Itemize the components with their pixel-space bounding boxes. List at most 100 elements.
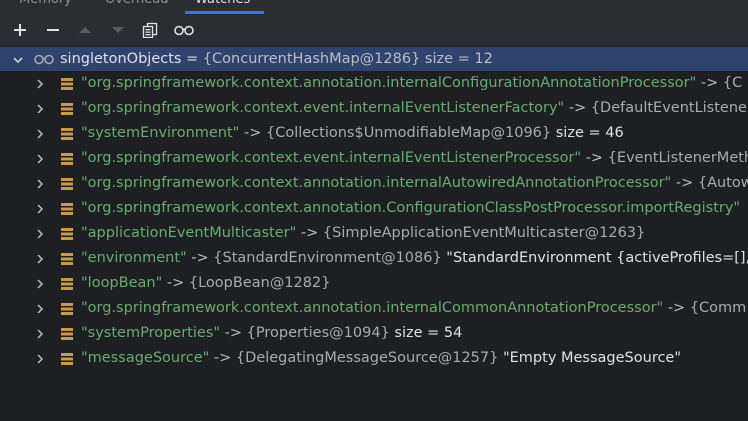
chevron-right-icon[interactable]	[32, 146, 48, 171]
move-up-icon	[79, 27, 91, 33]
duplicate-watch-button[interactable]	[138, 18, 162, 42]
entry-key: "org.springframework.context.annotation.…	[81, 175, 672, 191]
tree-row-entry-7[interactable]: "environment" -> {StandardEnvironment@10…	[0, 246, 748, 271]
entry-label: "org.springframework.context.annotation.…	[81, 71, 742, 96]
entry-key: "environment"	[81, 250, 187, 266]
entry-label: "environment" -> {StandardEnvironment@10…	[81, 246, 748, 271]
move-up-button[interactable]	[73, 18, 97, 42]
watch-glasses-icon	[33, 51, 55, 67]
tree-row-entry-9[interactable]: "org.springframework.context.annotation.…	[0, 296, 748, 321]
entry-arrow: ->	[696, 75, 723, 91]
map-entry-icon	[59, 226, 75, 242]
show-watches-button[interactable]	[171, 18, 197, 42]
watch-tree: singletonObjects = {ConcurrentHashMap@12…	[0, 47, 748, 371]
entry-key: "org.springframework.context.annotation.…	[81, 200, 741, 216]
root-name: singletonObjects	[60, 51, 182, 67]
entry-extra: size = 46	[551, 125, 624, 141]
entry-key: "org.springframework.context.event.inter…	[81, 150, 582, 166]
glasses-icon	[174, 25, 194, 36]
entry-extra: size = 54	[389, 325, 463, 341]
tree-row-root[interactable]: singletonObjects = {ConcurrentHashMap@12…	[0, 47, 748, 71]
chevron-right-icon[interactable]	[32, 321, 48, 346]
tree-row-entry-10[interactable]: "systemProperties" -> {Properties@1094} …	[0, 321, 748, 346]
map-entry-icon	[59, 76, 75, 92]
entry-arrow: ->	[663, 300, 690, 316]
entry-arrow: ->	[209, 350, 236, 366]
entry-type: {C	[722, 75, 743, 91]
entry-key: "systemEnvironment"	[81, 125, 240, 141]
chevron-right-icon[interactable]	[32, 96, 48, 121]
tree-row-entry-4[interactable]: "org.springframework.context.annotation.…	[0, 171, 748, 196]
entry-key: "systemProperties"	[81, 325, 221, 341]
tab-memory[interactable]: Memory	[19, 0, 72, 14]
tree-row-entry-11[interactable]: "messageSource" -> {DelegatingMessageSou…	[0, 346, 748, 371]
map-entry-icon	[59, 151, 75, 167]
map-entry-icon	[59, 201, 75, 217]
entry-label: "messageSource" -> {DelegatingMessageSou…	[81, 346, 681, 371]
entry-key: "org.springframework.context.event.inter…	[81, 100, 565, 116]
add-icon	[14, 24, 26, 36]
tree-row-entry-3[interactable]: "org.springframework.context.event.inter…	[0, 146, 748, 171]
entry-extra: "Empty MessageSource"	[498, 350, 682, 366]
entry-label: "org.springframework.context.event.inter…	[81, 96, 748, 121]
chevron-right-icon[interactable]	[32, 171, 48, 196]
entry-label: "applicationEventMulticaster" -> {Simple…	[81, 221, 645, 246]
map-entry-icon	[59, 301, 75, 317]
entry-label: "org.springframework.context.event.inter…	[81, 146, 748, 171]
root-label: singletonObjects = {ConcurrentHashMap@12…	[60, 47, 493, 71]
entry-label: "systemProperties" -> {Properties@1094} …	[81, 321, 462, 346]
entry-arrow: ->	[162, 275, 189, 291]
map-entry-icon	[59, 251, 75, 267]
root-eq: =	[181, 51, 203, 67]
map-entry-icon	[59, 176, 75, 192]
entry-arrow: ->	[564, 100, 591, 116]
entry-arrow: ->	[581, 150, 608, 166]
chevron-right-icon[interactable]	[32, 346, 48, 371]
chevron-right-icon[interactable]	[32, 121, 48, 146]
tree-row-entry-8[interactable]: "loopBean" -> {LoopBean@1282}	[0, 271, 748, 296]
tree-row-entry-2[interactable]: "systemEnvironment" -> {Collections$Unmo…	[0, 121, 748, 146]
entry-type: {Autow	[697, 175, 748, 191]
entry-type: {Collections$UnmodifiableMap@1096}	[265, 125, 552, 141]
chevron-right-icon[interactable]	[32, 271, 48, 296]
entry-arrow: ->	[239, 125, 266, 141]
root-type: {ConcurrentHashMap@1286}	[202, 51, 421, 67]
map-entry-icon	[59, 276, 75, 292]
entry-key: "org.springframework.context.annotation.…	[81, 300, 664, 316]
tab-overhead[interactable]: Overhead	[105, 0, 169, 14]
chevron-right-icon[interactable]	[32, 221, 48, 246]
entry-label: "loopBean" -> {LoopBean@1282}	[81, 271, 330, 296]
tree-row-entry-5[interactable]: "org.springframework.context.annotation.…	[0, 196, 748, 221]
chevron-right-icon[interactable]	[32, 196, 48, 221]
entry-key: "org.springframework.context.annotation.…	[81, 75, 697, 91]
debugger-tab-strip: Memory Overhead Watches	[0, 0, 748, 14]
add-watch-button[interactable]	[8, 18, 32, 42]
entry-key: "messageSource"	[81, 350, 210, 366]
tree-row-entry-1[interactable]: "org.springframework.context.event.inter…	[0, 96, 748, 121]
chevron-down-icon[interactable]	[10, 47, 26, 72]
map-entry-icon	[59, 101, 75, 117]
entry-type: {DelegatingMessageSource@1257}	[235, 350, 499, 366]
entry-type: {Comm	[689, 300, 747, 316]
entry-type: {LoopBean@1282}	[188, 275, 331, 291]
remove-watch-button[interactable]	[41, 18, 65, 42]
chevron-right-icon[interactable]	[32, 246, 48, 271]
map-entry-icon	[59, 326, 75, 342]
move-down-icon	[112, 27, 124, 33]
tree-row-entry-6[interactable]: "applicationEventMulticaster" -> {Simple…	[0, 221, 748, 246]
entry-label: "systemEnvironment" -> {Collections$Unmo…	[81, 121, 624, 146]
entry-key: "applicationEventMulticaster"	[81, 225, 297, 241]
entries-list: "org.springframework.context.annotation.…	[0, 71, 748, 371]
chevron-right-icon[interactable]	[32, 296, 48, 321]
entry-extra: "StandardEnvironment {activeProfiles=[],…	[441, 250, 748, 266]
map-entry-icon	[59, 351, 75, 367]
root-size: size = 12	[420, 51, 493, 67]
debugger-watches-panel: Memory Overhead Watches	[0, 0, 748, 421]
move-down-button[interactable]	[106, 18, 130, 42]
chevron-right-icon[interactable]	[32, 71, 48, 96]
watches-toolbar	[0, 14, 748, 47]
entry-label: "org.springframework.context.annotation.…	[81, 171, 748, 196]
entry-label: "org.springframework.context.annotation.…	[81, 196, 740, 221]
entry-arrow: ->	[671, 175, 698, 191]
tree-row-entry-0[interactable]: "org.springframework.context.annotation.…	[0, 71, 748, 96]
